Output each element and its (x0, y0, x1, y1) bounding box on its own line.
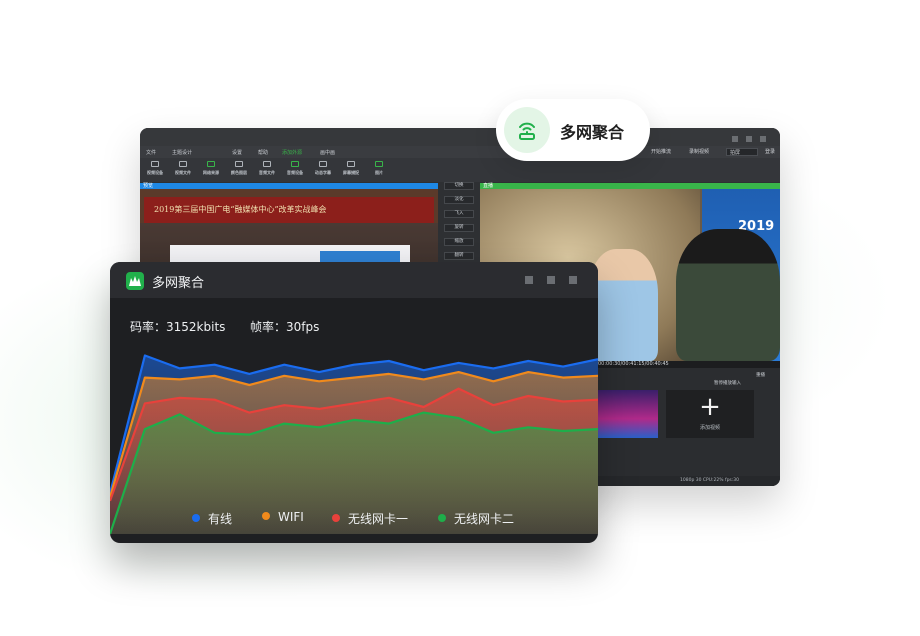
microphone-icon (291, 161, 299, 167)
tool-dynamic-caption[interactable]: 动态字幕 (310, 161, 336, 176)
pill-label: 多网聚合 (560, 123, 625, 142)
transition-fade-button[interactable]: 淡化 (444, 196, 474, 204)
menu-help[interactable]: 帮助 (258, 149, 268, 156)
aggregation-panel: 多网聚合 码率：3152kbits 帧率：30fps 有线 WIFI 无线网卡一… (110, 262, 598, 543)
transition-rotate-button[interactable]: 旋转 (444, 224, 474, 232)
network-icon (207, 161, 215, 167)
tool-network-source[interactable]: 网络来源 (198, 161, 224, 176)
transition-fly-button[interactable]: 飞入 (444, 210, 474, 218)
legend-dot (332, 514, 340, 522)
transition-flip-button[interactable]: 翻转 (444, 252, 474, 260)
legend-item-wifi[interactable]: WIFI (262, 510, 304, 524)
menu-pip[interactable]: 画中画 (320, 149, 335, 156)
legend-dot (438, 514, 446, 522)
app-titlebar (140, 128, 780, 146)
status-bar: 1080p 30 CPU:22% fps:30 (580, 476, 780, 486)
interviewee (588, 249, 658, 361)
transition-switch-button[interactable]: 切换 (444, 182, 474, 190)
legend-dot (262, 512, 270, 520)
image-icon (375, 161, 383, 167)
audio-file-icon (263, 161, 271, 167)
tool-image[interactable]: 图片 (366, 161, 392, 176)
legend-dot (192, 514, 200, 522)
monitor-icon (347, 161, 355, 167)
replay-button[interactable]: 重播 (756, 372, 765, 378)
tool-audio-file[interactable]: 音频文件 (254, 161, 280, 176)
app-logo-icon (126, 272, 144, 290)
tool-color-layer[interactable]: 颜色图层 (226, 161, 252, 176)
menu-theme[interactable]: 主题设计 (172, 149, 192, 156)
router-signal-icon (519, 122, 535, 140)
playlist-thumbnail[interactable] (598, 390, 658, 438)
close-icon[interactable] (760, 136, 766, 142)
film-icon (179, 161, 187, 167)
transition-zoom-button[interactable]: 缩放 (444, 238, 474, 246)
add-video-button[interactable]: + 添加视频 (666, 390, 754, 438)
menu-add-source[interactable]: 添加外源 (282, 149, 302, 156)
legend-item-wired[interactable]: 有线 (192, 510, 232, 526)
tool-video-device[interactable]: 视频设备 (142, 161, 168, 176)
caption-icon (319, 161, 327, 167)
close-icon[interactable] (569, 276, 577, 284)
tool-audio-device[interactable]: 音频设备 (282, 161, 308, 176)
framerate-readout: 帧率：30fps (250, 320, 320, 334)
panel-title: 多网聚合 (152, 276, 205, 291)
menu-settings[interactable]: 设置 (232, 149, 242, 156)
playlist-panel: 重播 暂停播放输入 + 添加视频 (580, 368, 780, 486)
interviewer (676, 229, 780, 361)
bitrate-readout: 码率：3152kbits (130, 320, 226, 334)
pause-input-button[interactable]: 暂停播放输入 (714, 380, 741, 386)
pill-icon-wrap (504, 107, 550, 153)
multi-network-pill[interactable]: 多网聚合 (496, 99, 650, 161)
record-button[interactable]: 录制视频 (686, 148, 712, 156)
menu-file[interactable]: 文件 (146, 149, 156, 156)
source-toolbar: 视频设备 视频文件 网络来源 颜色图层 音频文件 音频设备 动态字幕 屏幕捕捉 … (140, 158, 780, 182)
legend-item-wireless-1[interactable]: 无线网卡一 (332, 510, 408, 526)
plus-icon: + (699, 392, 721, 422)
minimize-icon[interactable] (525, 276, 533, 284)
start-stream-button[interactable]: 开始推流 (648, 148, 674, 156)
aggregation-header: 多网聚合 (110, 262, 598, 298)
app-logo-icon-glyph (129, 276, 141, 286)
palette-icon (235, 161, 243, 167)
stage-banner: 2019第三届中国广电“融媒体中心”改革实战峰会 (144, 197, 434, 223)
tool-video-file[interactable]: 视频文件 (170, 161, 196, 176)
screen-select[interactable]: 拍屏 (726, 148, 758, 156)
legend-item-wireless-2[interactable]: 无线网卡二 (438, 510, 514, 526)
minimize-icon[interactable] (732, 136, 738, 142)
tool-screen-capture[interactable]: 屏幕捕捉 (338, 161, 364, 176)
maximize-icon[interactable] (547, 276, 555, 284)
camera-icon (151, 161, 159, 167)
login-link[interactable]: 登录 (762, 148, 778, 156)
app-menubar: 文件 主题设计 设置 帮助 添加外源 画中画 开始推流 录制视频 拍屏 登录 (140, 146, 780, 158)
maximize-icon[interactable] (746, 136, 752, 142)
